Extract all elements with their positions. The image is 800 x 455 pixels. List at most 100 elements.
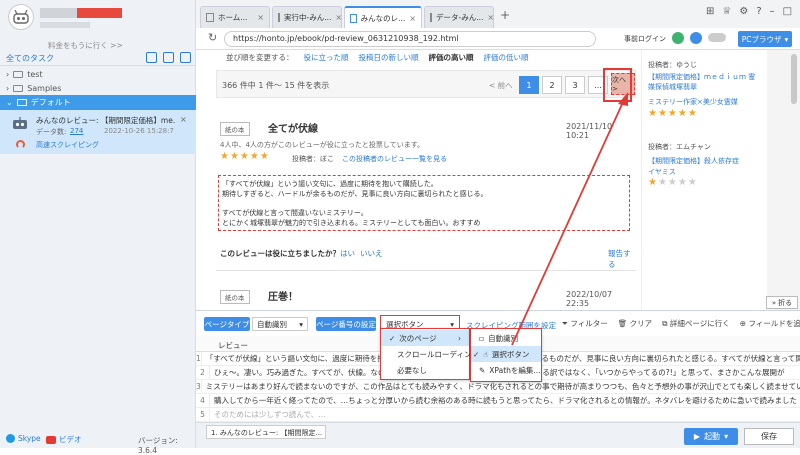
start-button[interactable]: ▶ 起動 ▾ bbox=[684, 428, 738, 445]
chevron-down-icon: ▾ bbox=[724, 432, 729, 441]
grid-icon[interactable]: ⊞ bbox=[706, 6, 714, 17]
scrollbar-thumb[interactable] bbox=[791, 54, 797, 104]
review-body: 「すべてが伏線」という謳い文句に、過度に期待を抱いて購読した。 期待しすぎると、… bbox=[218, 175, 630, 231]
scrollbar[interactable] bbox=[767, 50, 800, 310]
related-subtitle[interactable]: イヤミス bbox=[648, 167, 676, 177]
table-row[interactable]: 3 ミステリーはあまり好んで読まないのですが、この作品はとても読みやすく、ドラマ化… bbox=[196, 380, 800, 394]
submenu-item-select-button[interactable]: ✓ ☝ 選択ボタン bbox=[471, 346, 541, 362]
sort-newest[interactable]: 投稿日の新しい順 bbox=[359, 52, 419, 63]
green-circle-icon[interactable] bbox=[672, 32, 684, 44]
task-mode: 高速スクレイピング bbox=[36, 141, 99, 149]
page-type-select[interactable]: 自動識別 ▾ bbox=[252, 317, 308, 331]
review-title: 全てが伏線 bbox=[268, 124, 318, 135]
submenu-item-xpath[interactable]: ✎ XPathを編集... bbox=[471, 362, 541, 378]
save-button[interactable]: 保存 bbox=[744, 428, 794, 445]
detail-page-button[interactable]: ⧉ 詳細ページに行く bbox=[662, 318, 730, 329]
reload-icon[interactable]: ↻ bbox=[208, 31, 217, 44]
task-count[interactable]: 274 bbox=[70, 127, 83, 135]
vote-yes-link[interactable]: はい bbox=[340, 248, 355, 259]
export-icon[interactable] bbox=[180, 52, 191, 63]
table-row[interactable]: 4 購入してから一年近く経ってたので、…ちょっと分厚いから読む余裕のある時に読もう… bbox=[196, 394, 800, 408]
pager-page-3[interactable]: 3 bbox=[565, 76, 585, 94]
pre-login-button[interactable]: 事前ログイン bbox=[624, 34, 666, 44]
report-link[interactable]: 報告する bbox=[608, 248, 636, 270]
address-bar-row: ↻ https://honto.jp/ebook/pd-review_06312… bbox=[196, 28, 800, 50]
url-input[interactable]: https://honto.jp/ebook/pd-review_0631210… bbox=[224, 31, 596, 47]
filter-button[interactable]: ⏷ フィルター bbox=[562, 318, 608, 329]
related-author: 投稿者：エムチャン bbox=[648, 143, 711, 151]
vote-no-link[interactable]: いいえ bbox=[360, 248, 383, 259]
related-subtitle[interactable]: ミステリー作家×美少女霊媒 bbox=[648, 97, 738, 107]
play-icon: ▶ bbox=[693, 432, 701, 441]
new-task-icon[interactable] bbox=[146, 52, 157, 63]
folder-label: Samples bbox=[27, 83, 62, 93]
close-icon[interactable]: × bbox=[487, 13, 493, 22]
menu-item-scroll-loading[interactable]: スクロールローディング bbox=[381, 346, 479, 362]
related-title[interactable]: 【期間限定価格】殺人依存症 bbox=[648, 156, 758, 166]
page-icon bbox=[206, 13, 214, 22]
help-icon[interactable]: ? bbox=[756, 6, 761, 17]
rating-stars: ★★★★★ bbox=[648, 108, 698, 119]
rating-stars: ★★★★★ bbox=[220, 151, 270, 162]
format-badge: 紙の本 bbox=[220, 122, 250, 136]
new-tab-button[interactable]: + bbox=[500, 8, 510, 22]
pager-page-2[interactable]: 2 bbox=[542, 76, 562, 94]
add-field-button[interactable]: ⊕ フィールドを追加 bbox=[740, 318, 800, 329]
task-name: みんなのレビュー: 【期間限定価格】me... bbox=[36, 116, 176, 125]
review-body-line: すべてが伏線と言って間違いないミステリー。 bbox=[222, 209, 368, 217]
clear-button[interactable]: 🗑 クリア bbox=[618, 318, 652, 329]
menu-item-next-page[interactable]: ✓ 次のページ › bbox=[381, 330, 469, 346]
version-label: バージョン: 3.6.4 bbox=[138, 436, 178, 455]
tab-review-page[interactable]: みんなのレ... × bbox=[344, 6, 422, 28]
task-item[interactable]: みんなのレビュー: 【期間限定価格】me... × データ数: 274 2022… bbox=[0, 110, 196, 154]
chevron-right-icon: › bbox=[458, 333, 461, 343]
pager-prev[interactable]: < 前へ bbox=[489, 80, 513, 91]
author-link[interactable]: この投稿者のレビュー一覧を見る bbox=[342, 154, 447, 164]
page-setting-label: ページ番号の設定 bbox=[316, 317, 376, 331]
tab-data[interactable]: データ-みん... × bbox=[424, 6, 494, 28]
shirt-icon[interactable]: ♕ bbox=[722, 6, 731, 17]
folder-samples[interactable]: › Samples bbox=[0, 81, 196, 95]
blue-circle-icon[interactable] bbox=[690, 32, 702, 44]
task-tab[interactable]: 1. みんなのレビュー: 【期間限定... bbox=[206, 425, 326, 439]
close-icon[interactable]: × bbox=[257, 13, 264, 22]
review-body-line: とにかく城塚翡翠が魅力的で引き込まれる。ミステリーとしても面白い。おすすめ bbox=[222, 219, 481, 227]
toggle-icon[interactable] bbox=[708, 33, 726, 42]
table-row[interactable]: 5 そのためには少しずつ読んで、… bbox=[196, 408, 800, 422]
folder-default[interactable]: ⌄ デフォルト bbox=[0, 95, 196, 110]
collapse-button[interactable]: » 折る bbox=[766, 296, 798, 309]
skype-icon bbox=[6, 434, 15, 443]
close-icon[interactable]: × bbox=[409, 14, 416, 23]
close-icon[interactable]: × bbox=[180, 115, 187, 124]
page-setting-submenu: ▫ 自動識別 ✓ ☝ 選択ボタン ✎ XPathを編集... bbox=[470, 328, 542, 382]
related-column: 投稿者：ゆうじ 【期間限定価格】ｍｅｄｉｕｍ 霊媒探偵城塚翡翠 ミステリー作家×… bbox=[641, 50, 767, 310]
minimize-icon[interactable]: – bbox=[770, 6, 775, 17]
sort-low[interactable]: 評価の低い順 bbox=[484, 52, 529, 63]
submenu-item-auto[interactable]: ▫ 自動識別 bbox=[471, 330, 541, 346]
folder-test[interactable]: › test bbox=[0, 67, 196, 81]
chevron-down-icon: ▾ bbox=[784, 34, 789, 44]
review-body-line: 期待しすぎると、ハードルが余るものだが、見事に良い方向に裏切られたと感じる。 bbox=[222, 190, 488, 198]
skype-link[interactable]: Skype bbox=[6, 434, 41, 443]
speed-icon bbox=[16, 140, 25, 149]
sort-helpful[interactable]: 役に立った順 bbox=[304, 52, 349, 63]
sort-high[interactable]: 評価の高い順 bbox=[429, 52, 474, 63]
gear-icon[interactable]: ⚙ bbox=[739, 6, 748, 17]
tab-home[interactable]: ホーム... × bbox=[200, 6, 270, 28]
task-count-label: データ数: bbox=[36, 128, 67, 136]
edit-icon: ✎ bbox=[479, 365, 486, 375]
menu-item-none[interactable]: 必要なし bbox=[381, 362, 469, 378]
maximize-icon[interactable]: □ bbox=[783, 6, 792, 17]
related-title[interactable]: 【期間限定価格】ｍｅｄｉｕｍ 霊媒探偵城塚翡翠 bbox=[648, 72, 758, 92]
import-icon[interactable] bbox=[163, 52, 174, 63]
chevron-right-icon: › bbox=[6, 69, 10, 79]
page-icon bbox=[278, 13, 280, 22]
close-icon[interactable]: × bbox=[335, 13, 341, 22]
video-link[interactable]: ビデオ bbox=[46, 434, 82, 445]
pc-browser-button[interactable]: PCブラウザ ▾ bbox=[738, 31, 792, 47]
folder-icon bbox=[16, 99, 27, 106]
format-badge: 紙の本 bbox=[220, 290, 250, 304]
rating-stars: ★★★★★ bbox=[648, 177, 698, 188]
pager-page-1[interactable]: 1 bbox=[519, 76, 539, 94]
tab-running[interactable]: 実行中-みん... × bbox=[272, 6, 342, 28]
